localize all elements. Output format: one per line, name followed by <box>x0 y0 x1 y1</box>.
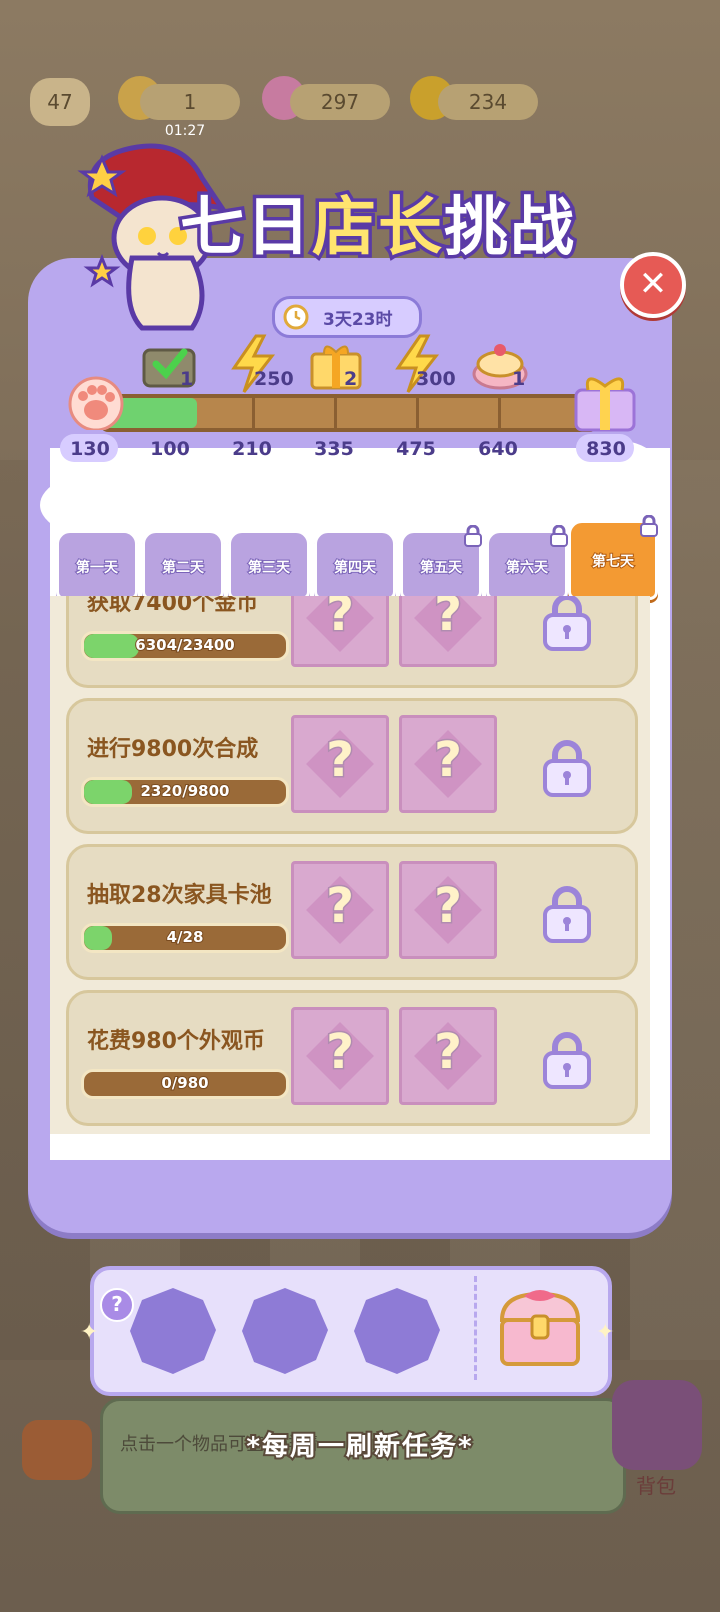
level-value: 47 <box>47 90 73 114</box>
coin-value: 234 <box>438 84 538 120</box>
milestone-value: 335 <box>314 438 354 460</box>
task-title: 抽取28次家具卡池 <box>87 883 272 908</box>
tab-label: 第三天 <box>247 559 291 577</box>
mystery-reward[interactable]: ? <box>399 1007 497 1105</box>
progress-tick <box>334 398 337 428</box>
task-row: 进行9800次合成 2320/9800 ? ? <box>66 698 638 834</box>
empty-slot <box>242 1288 328 1374</box>
tab-label: 第六天 <box>505 559 549 577</box>
cloud-decoration <box>150 455 310 535</box>
task-progress-text: 0/980 <box>160 1073 209 1093</box>
sparkle-icon: ✦ <box>596 1320 615 1345</box>
tab-label: 第五天 <box>419 559 463 577</box>
gem-value: 297 <box>290 84 390 120</box>
final-gift-icon[interactable] <box>570 366 640 434</box>
task-row: 花费980个外观币 0/980 ? ? <box>66 990 638 1126</box>
task-title: 进行9800次合成 <box>87 737 259 762</box>
task-progress-text: 4/28 <box>166 927 205 947</box>
milestone-value: 100 <box>150 438 190 460</box>
weekly-refresh-note: *每周一刷新任务* <box>244 1430 474 1464</box>
tab-day-2[interactable]: 第二天 <box>142 530 224 600</box>
task-progress-text: 6304/23400 <box>134 635 235 655</box>
mystery-reward[interactable]: ? <box>291 596 389 667</box>
reward-count: 1 <box>180 368 194 390</box>
mystery-reward[interactable]: ? <box>399 861 497 959</box>
progress-tick <box>416 398 419 428</box>
mystery-reward[interactable]: ? <box>399 596 497 667</box>
lock-icon <box>543 1032 591 1089</box>
task-progress-bar: 0/980 <box>81 1069 289 1099</box>
task-progress-bar: 4/28 <box>81 923 289 953</box>
mystery-reward[interactable]: ? <box>399 715 497 813</box>
clock-icon <box>283 304 309 330</box>
treasure-chest-icon[interactable] <box>494 1286 586 1372</box>
countdown-timer: 3天23时 <box>272 296 422 338</box>
tab-label: 第四天 <box>333 559 377 577</box>
task-row: 抽取28次家具卡池 4/28 ? ? <box>66 844 638 980</box>
sparkle-icon: ✦ <box>80 1320 99 1345</box>
milestone-value: 210 <box>232 438 272 460</box>
final-milestone-value: 830 <box>586 438 626 460</box>
tab-day-6[interactable]: 第六天 <box>486 525 568 600</box>
mystery-reward[interactable]: ? <box>291 1007 389 1105</box>
title-part-1: 七日 <box>177 188 314 269</box>
progress-tick <box>498 398 501 428</box>
progress-tick <box>252 398 255 428</box>
empty-slot <box>130 1288 216 1374</box>
tab-day-1[interactable]: 第一天 <box>56 530 138 600</box>
timer-text: 3天23时 <box>323 310 393 330</box>
task-list[interactable]: 获取7400个金币 6304/23400 ? ? 进行9800次合成 2320/… <box>50 596 650 1134</box>
task-progress-text: 2320/9800 <box>140 781 231 801</box>
task-title: 花费980个外观币 <box>87 1029 265 1054</box>
reward-count: 250 <box>254 368 294 390</box>
mystery-reward[interactable]: ? <box>291 715 389 813</box>
milestone-value: 640 <box>478 438 518 460</box>
reward-count: 2 <box>344 368 358 390</box>
tab-day-7[interactable]: 第七天 <box>568 515 658 600</box>
mystery-reward[interactable]: ? <box>291 861 389 959</box>
gift-reward-icon[interactable] <box>304 334 374 394</box>
cloud-decoration <box>290 465 450 535</box>
lock-icon <box>464 525 482 547</box>
title-part-2: 店长 <box>309 188 446 269</box>
task-title: 获取7400个金币 <box>87 596 259 616</box>
tab-day-3[interactable]: 第三天 <box>228 530 310 600</box>
tab-label: 第七天 <box>591 553 635 571</box>
chest-divider <box>474 1276 477 1380</box>
tab-label: 第一天 <box>75 559 119 577</box>
cake-reward-icon[interactable] <box>468 334 538 394</box>
lock-icon <box>543 740 591 797</box>
reward-count: 300 <box>416 368 456 390</box>
milestone-value: 475 <box>396 438 436 460</box>
task-row: 获取7400个金币 6304/23400 ? ? <box>66 596 638 688</box>
panel-title: 七日店长挑战 <box>177 176 610 286</box>
lock-icon <box>640 515 658 537</box>
paw-icon <box>68 376 124 430</box>
lock-icon <box>550 525 568 547</box>
title-part-3: 挑战 <box>441 188 578 269</box>
milestone-progress-bar <box>100 394 598 432</box>
reward-count: 1 <box>512 368 526 390</box>
task-progress-bar: 6304/23400 <box>81 631 289 661</box>
current-points: 130 <box>70 438 110 460</box>
energy-value: 1 <box>140 84 240 120</box>
resource-bar: 47 1 01:27 297 234 <box>0 70 720 140</box>
task-progress-bar: 2320/9800 <box>81 777 289 807</box>
empty-slot <box>354 1288 440 1374</box>
tab-day-5[interactable]: 第五天 <box>400 525 482 600</box>
lock-icon <box>543 886 591 943</box>
lock-icon <box>543 596 591 651</box>
tab-label: 第二天 <box>161 559 205 577</box>
box-reward-icon[interactable] <box>138 334 208 394</box>
close-button[interactable]: ✕ <box>620 252 686 318</box>
bag-label: 背包 <box>636 1474 676 1498</box>
panel-footer <box>28 1160 672 1230</box>
tab-day-4[interactable]: 第四天 <box>314 530 396 600</box>
